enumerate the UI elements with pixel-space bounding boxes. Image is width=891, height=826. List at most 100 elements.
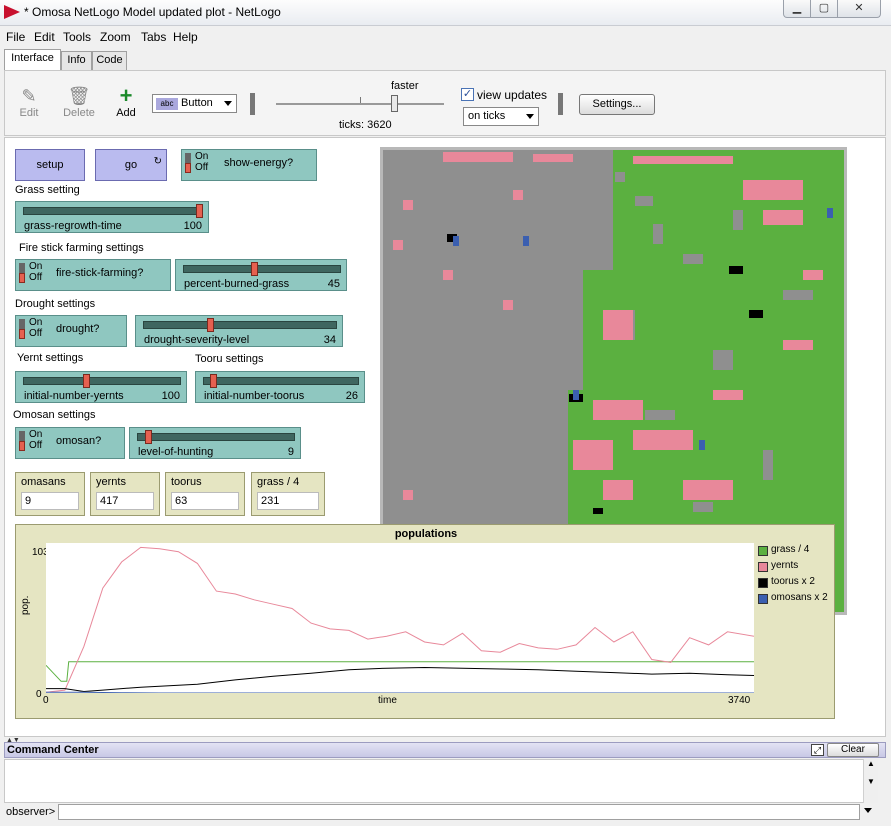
slider-name: initial-number-toorus — [204, 390, 305, 402]
chevron-down-icon — [224, 101, 232, 106]
add-tool-button[interactable]: + Add — [106, 83, 146, 120]
menu-zoom[interactable]: Zoom — [100, 30, 131, 44]
menu-bar: File Edit Tools Zoom Tabs Help — [0, 27, 891, 47]
monitor-value: 231 — [257, 492, 319, 510]
update-mode-select[interactable]: on ticks — [463, 107, 539, 126]
level-of-hunting-slider[interactable]: level-of-hunting 9 — [129, 427, 301, 459]
plot-title: populations — [394, 528, 458, 540]
plot-y-min-label: 0 — [36, 689, 42, 700]
add-tool-label: Add — [116, 107, 136, 119]
netlogo-logo-icon — [4, 5, 20, 19]
plus-icon: + — [119, 83, 133, 108]
legend-swatch — [758, 594, 768, 604]
slider-name: percent-burned-grass — [184, 278, 290, 290]
speed-slider-center-tick — [360, 97, 361, 103]
switch-name: omosan? — [56, 435, 102, 447]
percent-burned-grass-slider[interactable]: percent-burned-grass 45 — [175, 259, 347, 291]
slider-value: 100 — [161, 390, 180, 402]
delete-tool-button[interactable]: 🗑 Delete — [59, 85, 99, 119]
plot-series-line — [46, 691, 754, 694]
switch-on-label: On — [195, 151, 209, 162]
drought-switch[interactable]: On Off drought? — [15, 315, 127, 347]
monitor-label: omasans — [21, 476, 66, 488]
monitor-label: grass / 4 — [257, 476, 300, 488]
slider-thumb[interactable] — [210, 374, 218, 388]
switch-off-label: Off — [29, 272, 43, 283]
setup-button[interactable]: setup — [15, 149, 85, 181]
initial-number-toorus-slider[interactable]: initial-number-toorus 26 — [195, 371, 365, 403]
chevron-down-icon — [526, 114, 534, 119]
minimize-button[interactable]: ▁ — [783, 0, 811, 18]
drought-settings-note: Drought settings — [15, 298, 96, 310]
grass-regrowth-time-slider[interactable]: grass-regrowth-time 100 — [15, 201, 209, 233]
command-center-scrollbar[interactable]: ▲ ▼ — [863, 759, 878, 803]
tab-interface[interactable]: Interface — [4, 49, 61, 70]
clear-button[interactable]: Clear — [827, 743, 879, 757]
monitor-label: yernts — [96, 476, 126, 488]
switch-knob — [185, 153, 191, 173]
button-widget-icon: abc — [156, 98, 178, 110]
menu-help[interactable]: Help — [173, 30, 198, 44]
slider-thumb[interactable] — [196, 204, 203, 218]
edit-tool-button[interactable]: ✎ Edit — [9, 85, 49, 119]
initial-number-yernts-slider[interactable]: initial-number-yernts 100 — [15, 371, 187, 403]
switch-knob — [19, 431, 25, 451]
chevron-down-icon[interactable] — [864, 808, 872, 813]
edit-tool-label: Edit — [19, 107, 39, 119]
interface-toolbar: ✎ Edit 🗑 Delete + Add abc Button faster … — [4, 70, 886, 136]
menu-tools[interactable]: Tools — [63, 30, 91, 44]
command-center-header: Command Center ⤢ Clear — [4, 742, 886, 758]
close-button[interactable]: ✕ — [837, 0, 881, 18]
slider-value: 45 — [327, 278, 340, 290]
fire-stick-farming-switch[interactable]: On Off fire-stick-farming? — [15, 259, 171, 291]
pencil-icon: ✎ — [21, 86, 37, 106]
go-button-label: go — [124, 159, 138, 171]
slider-thumb[interactable] — [250, 262, 258, 276]
switch-on-label: On — [29, 317, 43, 328]
slider-thumb[interactable] — [144, 430, 152, 444]
command-center-output[interactable] — [4, 759, 874, 803]
view-updates-checkbox[interactable]: ✓ — [461, 88, 474, 101]
switch-knob — [19, 263, 25, 283]
slider-track — [23, 207, 203, 215]
tab-code[interactable]: Code — [92, 51, 127, 70]
plot-legend: grass / 4 yernts toorus x 2 omosans x 2 — [756, 543, 834, 607]
show-energy-switch[interactable]: On Off show-energy? — [181, 149, 317, 181]
tab-info[interactable]: Info — [61, 51, 92, 70]
legend-item: yernts — [756, 559, 834, 575]
maximize-button[interactable]: ▢ — [810, 0, 838, 18]
slider-track — [183, 265, 341, 273]
widget-type-value: Button — [181, 97, 213, 109]
plot-series-line — [46, 666, 755, 693]
delete-tool-label: Delete — [63, 107, 95, 119]
toolbar-separator — [558, 93, 563, 115]
speed-slider-track[interactable] — [276, 103, 444, 105]
legend-item: grass / 4 — [756, 543, 834, 559]
menu-file[interactable]: File — [6, 30, 25, 44]
legend-label: omosans x 2 — [771, 592, 828, 603]
observer-prompt-select[interactable]: observer> — [4, 804, 60, 820]
slider-thumb[interactable] — [206, 318, 214, 332]
populations-plot: populations 1030 0 pop. 0 time 3740 gras… — [15, 524, 835, 719]
speed-slider-thumb[interactable] — [391, 95, 398, 112]
monitor-label: toorus — [171, 476, 202, 488]
slider-value: 9 — [287, 446, 294, 458]
go-button[interactable]: go ↻ — [95, 149, 167, 181]
drought-severity-level-slider[interactable]: drought-severity-level 34 — [135, 315, 343, 347]
widget-type-select[interactable]: abc Button — [152, 94, 237, 113]
command-input[interactable] — [58, 804, 860, 820]
legend-label: toorus x 2 — [771, 576, 815, 587]
switch-knob — [19, 319, 25, 339]
monitor-grass: grass / 4 231 — [251, 472, 325, 516]
expand-icon[interactable]: ⤢ — [811, 744, 824, 756]
settings-button[interactable]: Settings... — [579, 94, 655, 115]
switch-on-label: On — [29, 261, 43, 272]
slider-name: grass-regrowth-time — [24, 220, 122, 232]
yernt-settings-note: Yernt settings — [17, 352, 84, 364]
plot-series-line — [45, 546, 755, 693]
switch-off-label: Off — [29, 440, 43, 451]
slider-thumb[interactable] — [83, 374, 91, 388]
menu-tabs[interactable]: Tabs — [141, 30, 166, 44]
menu-edit[interactable]: Edit — [34, 30, 55, 44]
omosan-switch[interactable]: On Off omosan? — [15, 427, 125, 459]
